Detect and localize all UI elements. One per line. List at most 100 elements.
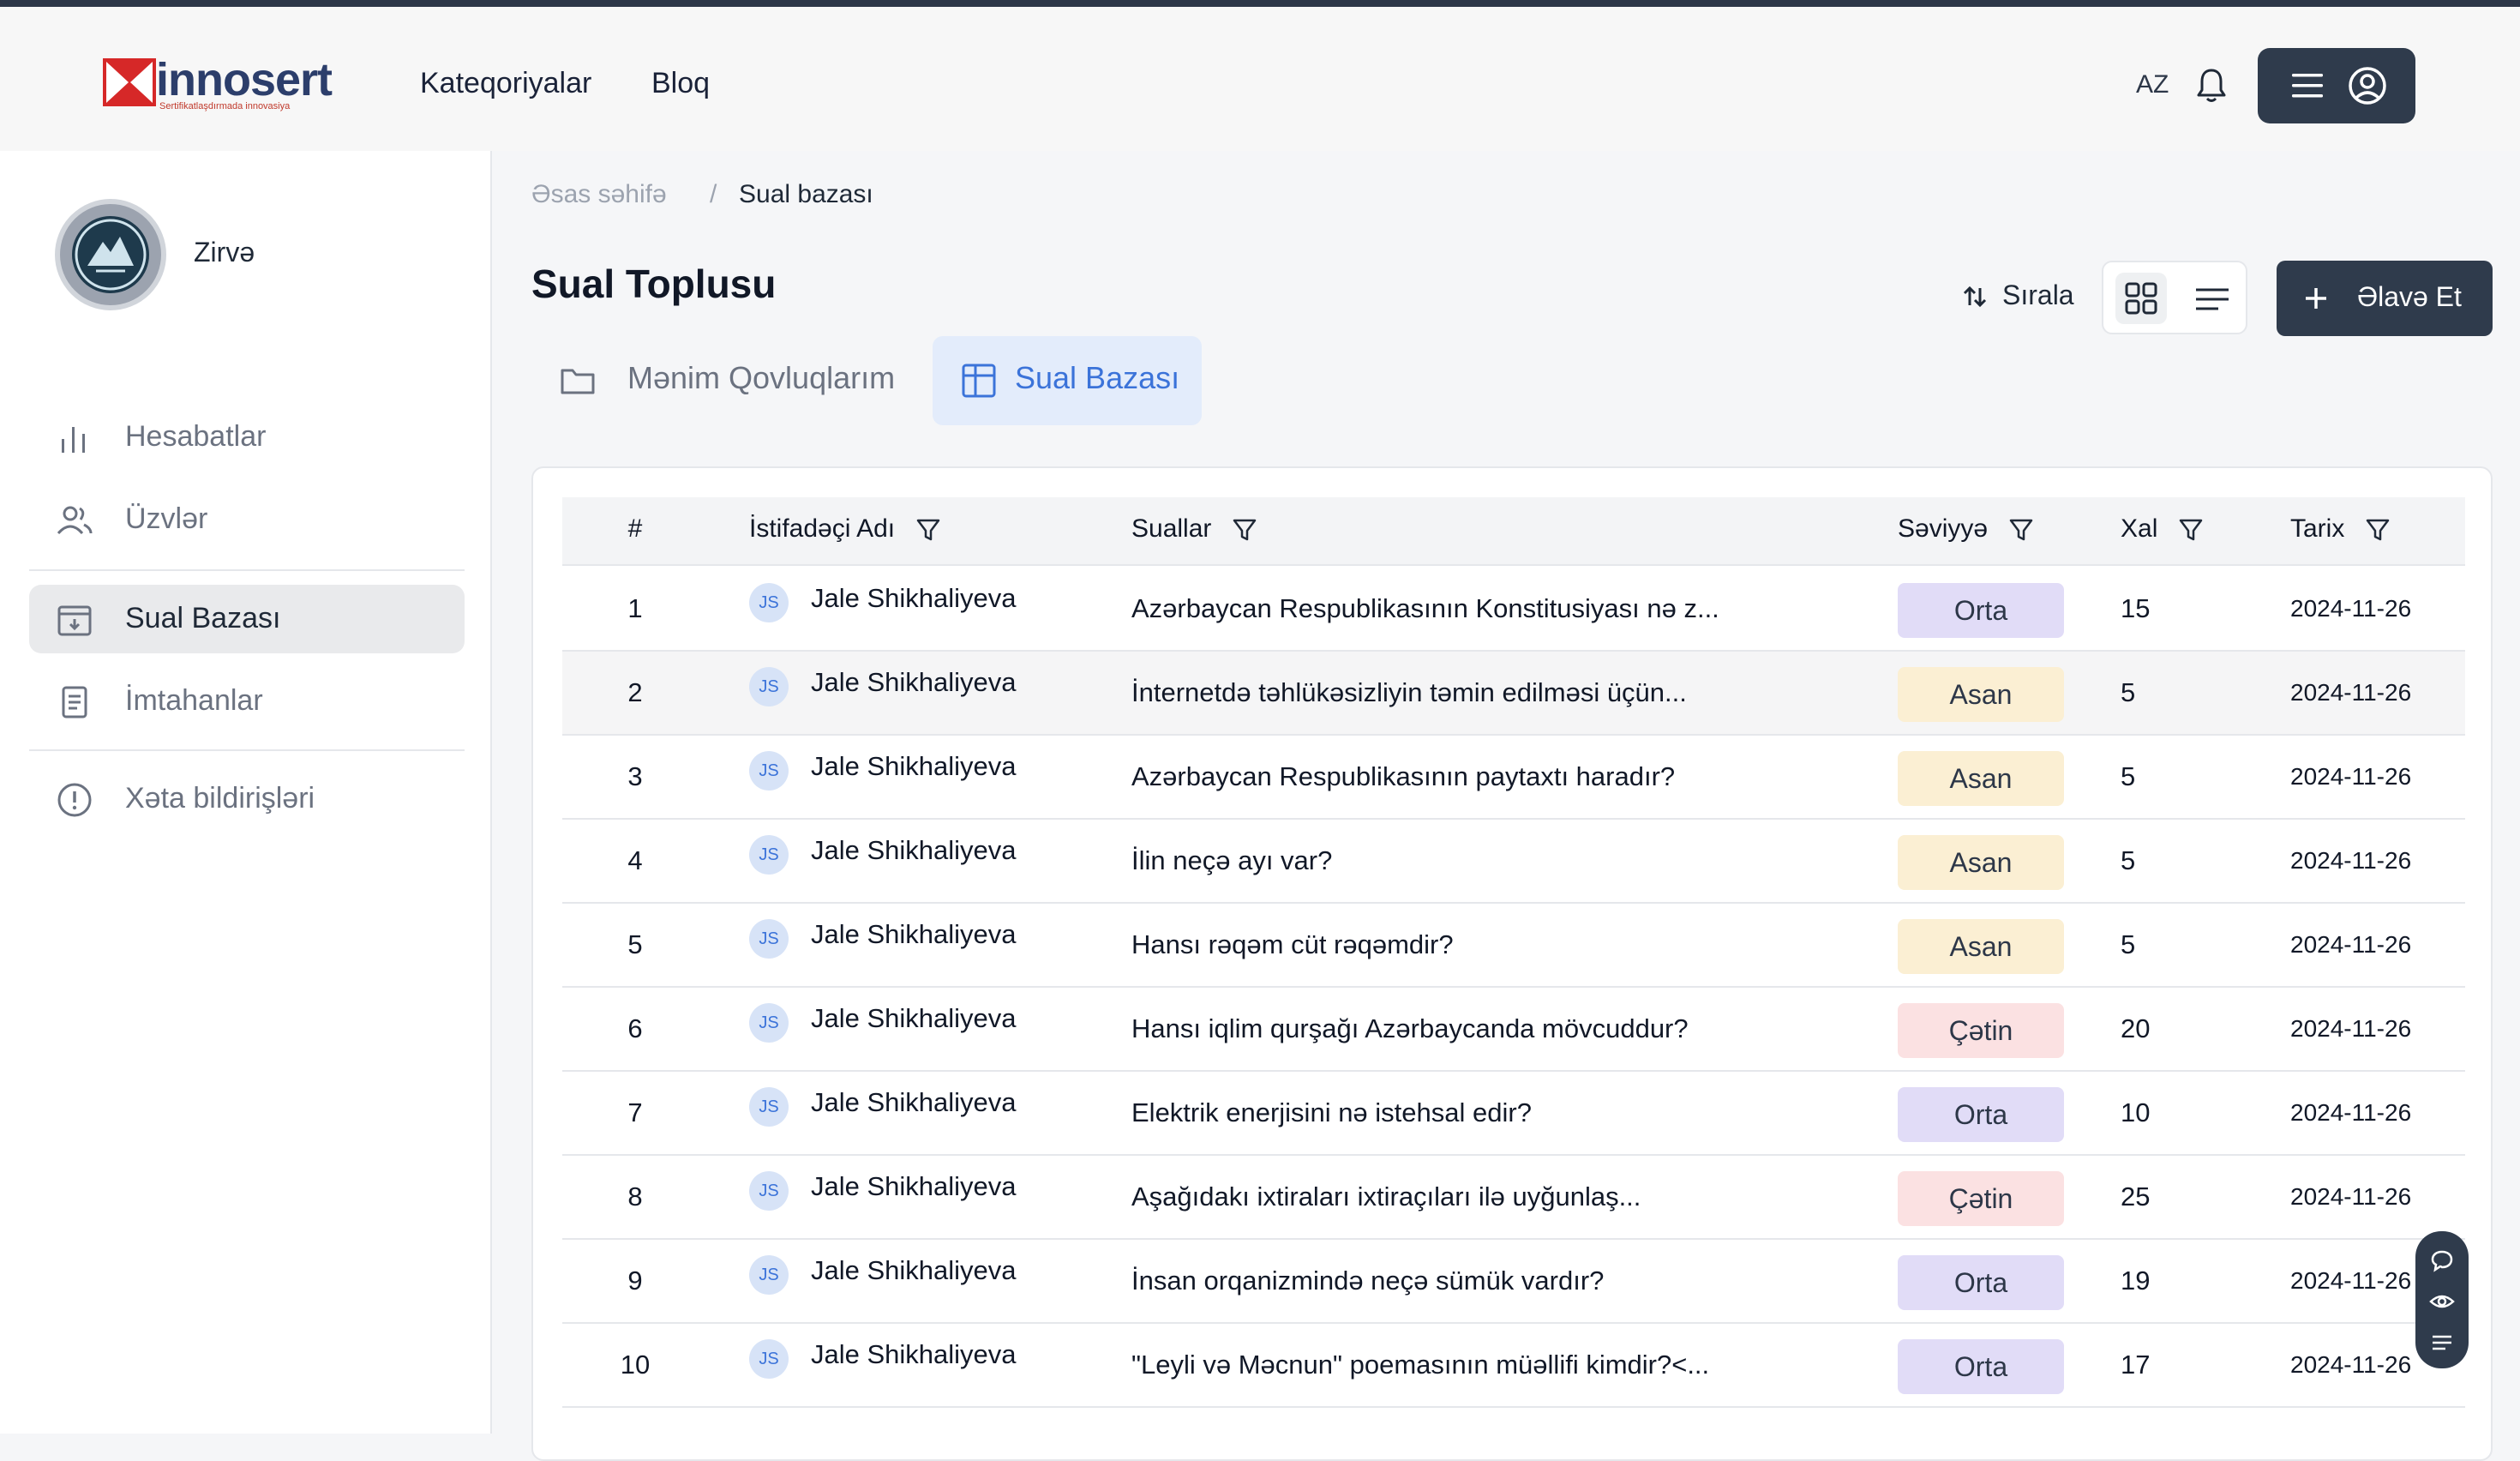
table-row[interactable]: 2 JS Jale Shikhaliyeva İnternetdə təhlükəsi… — [562, 652, 2465, 736]
grid-view-button[interactable] — [2115, 273, 2167, 324]
questions-table-card: # İstifadəçi Adı Suallar Səviyyə Xal Tar… — [531, 466, 2493, 1461]
row-date: 2024-11-26 — [2290, 847, 2412, 874]
breadcrumb-separator: / — [710, 180, 717, 208]
sidebar-item-xeta-bildirisleri[interactable]: Xəta bildirişləri — [29, 765, 465, 833]
sort-arrows-icon — [1963, 286, 1987, 308]
sidebar-item-label: Hesabatlar — [125, 420, 267, 453]
folder-icon — [561, 369, 595, 394]
row-question[interactable]: İlin neçə ayı var? — [1131, 845, 1332, 876]
column-header-questions: Suallar — [1131, 514, 1257, 544]
bar-chart-icon — [62, 427, 85, 453]
row-question[interactable]: Aşağıdakı ixtiraları ixtiraçıları ilə uy… — [1131, 1181, 1641, 1212]
logo-mark-icon — [103, 58, 156, 106]
row-user-name: Jale Shikhaliyeva — [811, 1087, 1017, 1117]
user-initials-avatar: JS — [749, 1255, 789, 1295]
eye-icon[interactable] — [2428, 1288, 2456, 1315]
brand-logo[interactable]: innosert Sertifikatlaşdırmada innovasiya — [103, 53, 333, 113]
user-initials-avatar: JS — [749, 919, 789, 959]
user-initials-avatar: JS — [749, 1339, 789, 1379]
user-menu-button[interactable] — [2258, 48, 2415, 123]
page-title: Sual Toplusu — [531, 262, 777, 306]
user-initials-avatar: JS — [749, 1171, 789, 1211]
table-header: # İstifadəçi Adı Suallar Səviyyə Xal Tar… — [562, 497, 2465, 566]
row-date: 2024-11-26 — [2290, 1267, 2412, 1294]
row-date: 2024-11-26 — [2290, 1099, 2412, 1126]
filter-icon[interactable] — [2008, 517, 2034, 543]
table-row[interactable]: 5 JS Jale Shikhaliyeva Hansı rəqəm cüt rəqə… — [562, 904, 2465, 988]
table-row[interactable]: 3 JS Jale Shikhaliyeva Azərbaycan Respublik… — [562, 736, 2465, 820]
chat-icon[interactable] — [2428, 1247, 2456, 1274]
hamburger-icon — [2292, 74, 2323, 98]
row-user-name: Jale Shikhaliyeva — [811, 835, 1017, 865]
sidebar-item-label: Xəta bildirişləri — [125, 782, 315, 815]
list-view-icon[interactable] — [2193, 280, 2232, 319]
bell-icon[interactable] — [2194, 67, 2229, 105]
row-question[interactable]: Hansı rəqəm cüt rəqəmdir? — [1131, 929, 1454, 960]
add-button[interactable]: Əlavə Et — [2277, 261, 2493, 336]
table-row[interactable]: 4 JS Jale Shikhaliyeva İlin neçə ayı var? As… — [562, 820, 2465, 904]
column-header-num: # — [627, 514, 643, 543]
row-question[interactable]: Azərbaycan Respublikasının Konstitusiyas… — [1131, 593, 1719, 624]
row-date: 2024-11-26 — [2290, 931, 2412, 958]
row-score: 25 — [2121, 1181, 2151, 1211]
sidebar-item-sual-bazasi[interactable]: Sual Bazası — [29, 585, 465, 653]
filter-icon[interactable] — [915, 517, 941, 543]
mountain-emblem-icon — [75, 219, 147, 291]
row-score: 5 — [2121, 845, 2136, 875]
sidebar-item-label: Üzvlər — [125, 502, 208, 535]
filter-icon[interactable] — [2178, 517, 2204, 543]
level-badge: Çətin — [1898, 1003, 2064, 1058]
clipboard-icon — [62, 686, 87, 718]
user-avatar[interactable] — [55, 199, 166, 310]
row-user-name: Jale Shikhaliyeva — [811, 1339, 1017, 1369]
table-row[interactable]: 8 JS Jale Shikhaliyeva Aşağıdakı ixtiraları… — [562, 1156, 2465, 1240]
row-score: 5 — [2121, 677, 2136, 707]
row-number: 7 — [627, 1097, 643, 1127]
sidebar-item-hesabatlar[interactable]: Hesabatlar — [29, 403, 465, 472]
row-user-name: Jale Shikhaliyeva — [811, 919, 1017, 949]
sidebar-item-imtahanlar[interactable]: İmtahanlar — [29, 667, 465, 736]
level-badge: Asan — [1898, 835, 2064, 890]
user-initials-avatar: JS — [749, 1003, 789, 1043]
top-accent-line — [0, 0, 2520, 7]
table-row[interactable]: 6 JS Jale Shikhaliyeva Hansı iqlim qurşağı … — [562, 988, 2465, 1072]
user-initials-avatar: JS — [749, 667, 789, 706]
breadcrumb-home[interactable]: Əsas səhifə — [531, 180, 667, 208]
nav-categories[interactable]: Kateqoriyalar — [420, 67, 591, 100]
row-question[interactable]: İnternetdə təhlükəsizliyin təmin edilməs… — [1131, 677, 1687, 708]
table-row[interactable]: 10 JS Jale Shikhaliyeva "Leyli və Məcnun" p… — [562, 1324, 2465, 1408]
row-question[interactable]: Azərbaycan Respublikasının paytaxtı hara… — [1131, 761, 1675, 792]
sidebar-item-uzvler[interactable]: Üzvlər — [29, 485, 465, 554]
column-header-label: Xal — [2121, 514, 2158, 543]
column-header-date: Tarix — [2290, 514, 2391, 544]
table-row[interactable]: 7 JS Jale Shikhaliyeva Elektrik enerjisini … — [562, 1072, 2465, 1156]
table-row[interactable]: 1 JS Jale Shikhaliyeva Azərbaycan Respublik… — [562, 568, 2465, 652]
column-header-label: Tarix — [2290, 514, 2345, 543]
row-date: 2024-11-26 — [2290, 1351, 2412, 1378]
level-badge: Asan — [1898, 751, 2064, 806]
nav-blog[interactable]: Bloq — [651, 67, 710, 100]
user-initials-avatar: JS — [749, 583, 789, 622]
sidebar-item-label: İmtahanlar — [125, 684, 263, 717]
row-user-name: Jale Shikhaliyeva — [811, 1171, 1017, 1201]
row-number: 9 — [627, 1266, 643, 1296]
row-question[interactable]: İnsan orqanizmində neçə sümük vardır? — [1131, 1266, 1604, 1296]
filter-icon[interactable] — [1232, 517, 1257, 543]
level-badge: Asan — [1898, 919, 2064, 974]
language-switcher[interactable]: AZ — [2136, 70, 2169, 99]
row-question[interactable]: Elektrik enerjisini nə istehsal edir? — [1131, 1097, 1532, 1128]
row-number: 3 — [627, 761, 643, 791]
row-user-name: Jale Shikhaliyeva — [811, 751, 1017, 781]
list-icon[interactable] — [2428, 1329, 2456, 1356]
row-score: 15 — [2121, 593, 2151, 623]
filter-icon[interactable] — [2365, 517, 2391, 543]
table-row[interactable]: 9 JS Jale Shikhaliyeva İnsan orqanizmində n… — [562, 1240, 2465, 1324]
view-toggle — [2102, 261, 2247, 334]
row-score: 5 — [2121, 929, 2136, 959]
row-question[interactable]: "Leyli və Məcnun" poemasının müəllifi ki… — [1131, 1350, 1709, 1380]
tab-menim-qovluqlarim[interactable]: Mənim Qovluqlarım — [531, 336, 909, 425]
row-score: 5 — [2121, 761, 2136, 791]
brand-tagline: Sertifikatlaşdırmada innovasiya — [159, 101, 291, 111]
tab-sual-bazasi[interactable]: Sual Bazası — [933, 336, 1202, 425]
row-question[interactable]: Hansı iqlim qurşağı Azərbaycanda mövcudd… — [1131, 1013, 1689, 1044]
